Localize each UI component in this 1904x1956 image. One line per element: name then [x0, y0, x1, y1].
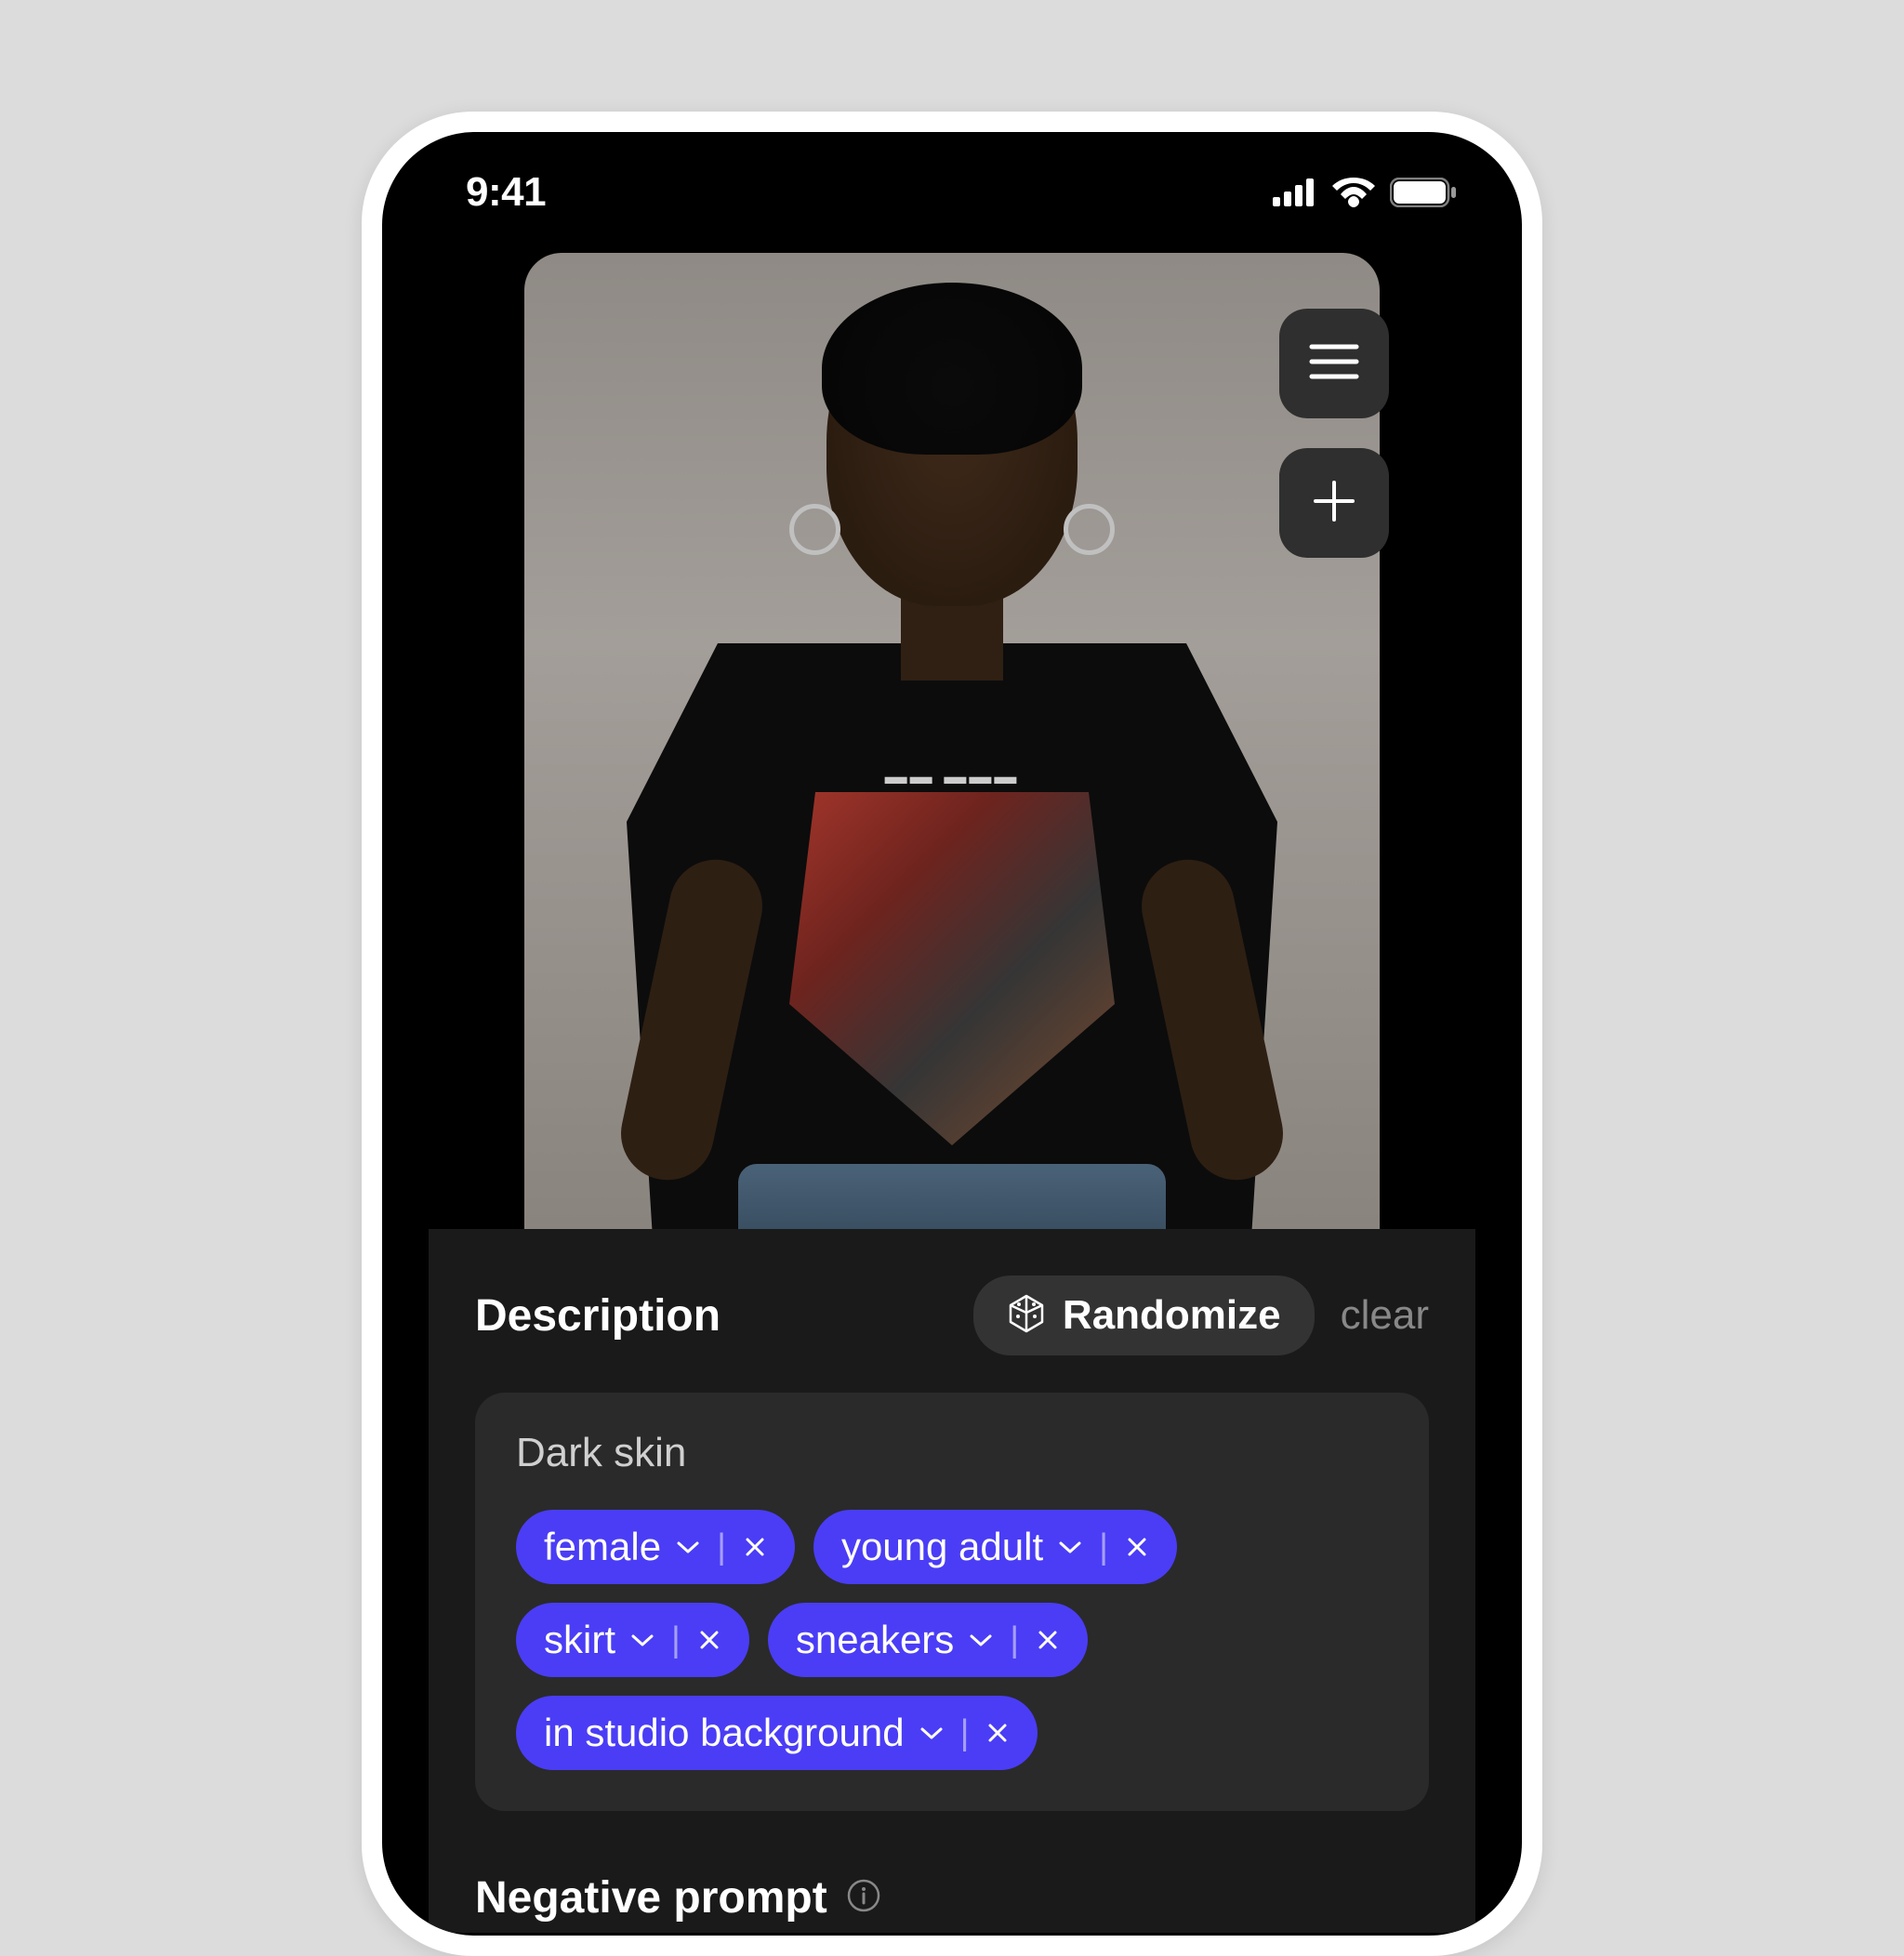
- cellular-icon: [1273, 178, 1317, 206]
- add-button[interactable]: [1279, 448, 1389, 558]
- floating-buttons: [1279, 309, 1389, 558]
- tag-separator: |: [669, 1620, 682, 1660]
- tag-skirt[interactable]: skirt |: [516, 1603, 749, 1677]
- dice-icon: [1007, 1294, 1046, 1338]
- panel-actions: Randomize clear: [973, 1275, 1429, 1355]
- status-bar: 9:41: [382, 132, 1522, 234]
- chevron-down-icon[interactable]: [969, 1632, 993, 1647]
- menu-button[interactable]: [1279, 309, 1389, 418]
- tag-label: female: [544, 1525, 661, 1569]
- tag-separator: |: [1008, 1620, 1021, 1660]
- tag-label: young adult: [841, 1525, 1043, 1569]
- chevron-down-icon[interactable]: [630, 1632, 654, 1647]
- wifi-icon: [1332, 178, 1375, 207]
- tag-in-studio-background[interactable]: in studio background |: [516, 1696, 1038, 1770]
- chevron-down-icon[interactable]: [919, 1725, 944, 1740]
- description-header: Description Randomize clear: [475, 1275, 1429, 1355]
- chevron-down-icon[interactable]: [676, 1540, 700, 1554]
- status-time: 9:41: [466, 169, 546, 216]
- main-content: ▬▬ ▬▬▬: [382, 253, 1522, 1933]
- tag-separator: |: [715, 1527, 728, 1567]
- negative-prompt-heading: Negative prompt: [475, 1872, 827, 1923]
- negative-prompt-header: Negative prompt: [475, 1872, 1429, 1933]
- preview-image[interactable]: ▬▬ ▬▬▬: [524, 253, 1380, 1229]
- tag-remove-button[interactable]: [1036, 1628, 1060, 1652]
- phone-screen: 9:41 ▬▬ ▬▬▬: [382, 132, 1522, 1936]
- phone-frame: 9:41 ▬▬ ▬▬▬: [362, 112, 1542, 1956]
- randomize-label: Randomize: [1063, 1292, 1281, 1339]
- hamburger-icon: [1308, 341, 1360, 387]
- tag-young-adult[interactable]: young adult |: [813, 1510, 1177, 1584]
- tag-remove-button[interactable]: [1125, 1535, 1149, 1559]
- model-figure: ▬▬ ▬▬▬: [608, 262, 1296, 1229]
- description-text: Dark skin: [516, 1430, 1388, 1476]
- tag-sneakers[interactable]: sneakers |: [768, 1603, 1088, 1677]
- battery-icon: [1390, 178, 1457, 207]
- plus-icon: [1310, 477, 1358, 530]
- tag-remove-button[interactable]: [743, 1535, 767, 1559]
- tag-label: in studio background: [544, 1711, 905, 1755]
- tags-container: female | young adult | skirt: [516, 1510, 1388, 1770]
- tag-female[interactable]: female |: [516, 1510, 795, 1584]
- tag-separator: |: [959, 1713, 972, 1753]
- tag-remove-button[interactable]: [985, 1721, 1010, 1745]
- tag-label: sneakers: [796, 1618, 954, 1662]
- tag-label: skirt: [544, 1618, 615, 1662]
- tag-remove-button[interactable]: [697, 1628, 721, 1652]
- tag-separator: |: [1097, 1527, 1110, 1567]
- status-icons: [1273, 178, 1457, 207]
- description-box[interactable]: Dark skin female | young adult |: [475, 1393, 1429, 1811]
- description-heading: Description: [475, 1290, 721, 1341]
- clear-button[interactable]: clear: [1341, 1292, 1429, 1339]
- randomize-button[interactable]: Randomize: [973, 1275, 1315, 1355]
- image-area: ▬▬ ▬▬▬: [524, 253, 1380, 1229]
- bottom-panel: Description Randomize clear Dark skin: [429, 1229, 1475, 1933]
- chevron-down-icon[interactable]: [1058, 1540, 1082, 1554]
- info-icon[interactable]: [846, 1878, 881, 1918]
